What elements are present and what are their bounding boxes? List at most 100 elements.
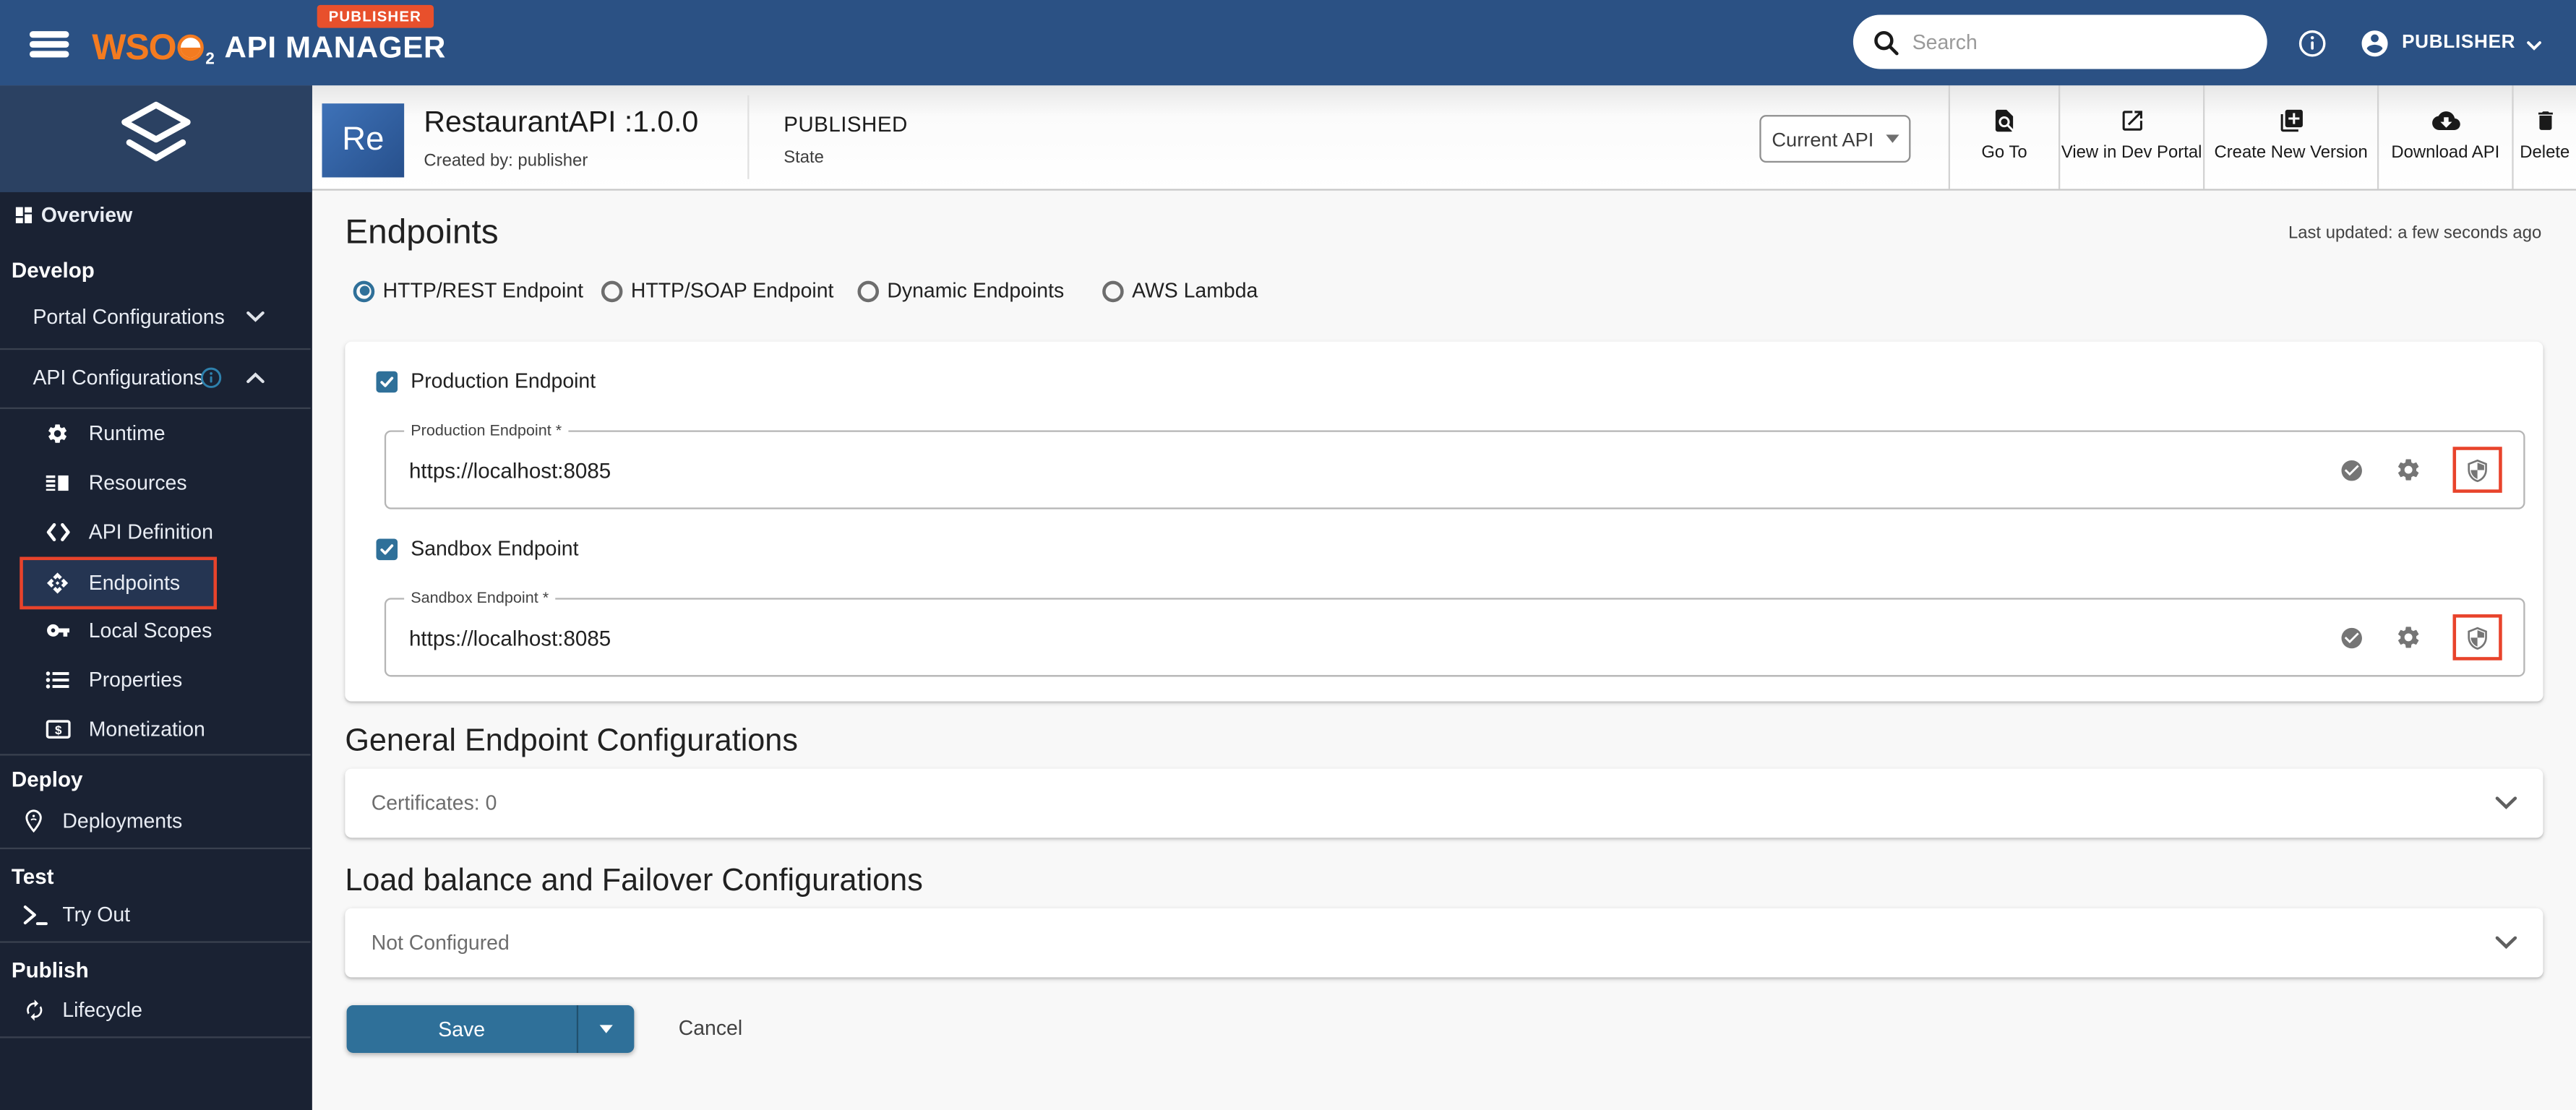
help-info-icon[interactable]: [2298, 30, 2327, 58]
checkbox-checked-icon: [376, 538, 398, 559]
dashboard-icon: [13, 205, 35, 226]
sidebar-item-lifecycle[interactable]: Lifecycle: [0, 989, 311, 1029]
resources-icon: [46, 471, 69, 493]
sidebar-item-monetization[interactable]: $ Monetization: [0, 709, 311, 749]
gear-icon: [46, 422, 69, 445]
sidebar-item-overview[interactable]: Overview: [0, 195, 311, 235]
sidebar-section-deploy: Deploy: [11, 767, 83, 792]
save-split-button: Save: [346, 1005, 635, 1053]
save-options-dropdown-button[interactable]: [578, 1005, 634, 1053]
divider: [0, 846, 311, 848]
app-header: WSO 2 API MANAGER PUBLISHER PUBLISHER: [0, 0, 2576, 86]
copy-add-icon: [2277, 107, 2304, 135]
radio-icon: [353, 280, 375, 302]
create-new-version-button[interactable]: Create New Version: [2203, 85, 2377, 189]
general-endpoint-configurations-heading: General Endpoint Configurations: [345, 724, 798, 760]
endpoint-settings-gear-icon[interactable]: [2395, 624, 2421, 650]
key-icon: [46, 624, 71, 638]
svg-text:$: $: [55, 723, 62, 736]
endpoint-valid-check-icon[interactable]: [2340, 625, 2364, 650]
radio-http-soap-endpoint[interactable]: HTTP/SOAP Endpoint: [601, 279, 833, 302]
location-pin-icon: [23, 808, 45, 832]
sidebar-item-deployments[interactable]: Deployments: [0, 801, 311, 840]
divider: [0, 1036, 311, 1038]
product-name: API MANAGER: [224, 29, 447, 64]
radio-icon: [601, 280, 623, 302]
view-in-dev-portal-button[interactable]: View in Dev Portal: [2058, 85, 2203, 189]
endpoints-card: Production Endpoint Production Endpoint …: [345, 341, 2543, 702]
user-menu[interactable]: PUBLISHER: [2359, 26, 2542, 59]
api-avatar: Re: [322, 103, 405, 178]
cancel-button[interactable]: Cancel: [666, 1005, 756, 1053]
cloud-download-icon: [2431, 107, 2460, 135]
radio-dynamic-endpoints[interactable]: Dynamic Endpoints: [857, 279, 1064, 302]
info-icon[interactable]: [200, 367, 222, 389]
endpoint-valid-check-icon[interactable]: [2340, 457, 2364, 482]
caret-down-icon: [1885, 134, 1899, 143]
caret-down-icon: [599, 1025, 613, 1033]
download-api-button[interactable]: Download API: [2377, 85, 2512, 189]
sidebar-item-api-configurations[interactable]: API Configurations: [0, 358, 311, 398]
security-highlight-annotation: [2452, 447, 2502, 493]
checkbox-checked-icon: [376, 370, 398, 392]
search-input[interactable]: [1912, 30, 2241, 53]
bullet-list-icon: [46, 669, 69, 689]
radio-http-rest-endpoint[interactable]: HTTP/REST Endpoint: [353, 279, 583, 302]
open-in-new-icon: [2118, 107, 2144, 135]
terminal-icon: [23, 904, 48, 926]
api-state-caption: State: [783, 147, 824, 168]
api-title: RestaurantAPI :1.0.0: [424, 105, 699, 138]
user-menu-label: PUBLISHER: [2402, 33, 2516, 53]
chevron-down-icon: [2495, 796, 2517, 809]
radio-aws-lambda[interactable]: AWS Lambda: [1102, 279, 1258, 302]
load-balance-accordion[interactable]: Not Configured: [345, 908, 2543, 978]
code-icon: [46, 522, 71, 541]
version-select-value: Current API: [1772, 127, 1874, 150]
layers-icon: [119, 100, 194, 177]
certificates-summary: Certificates: 0: [371, 791, 497, 815]
radio-icon: [1102, 280, 1124, 302]
divider: [0, 754, 311, 756]
sandbox-endpoint-input[interactable]: [408, 599, 2298, 676]
production-endpoint-input[interactable]: [408, 431, 2298, 508]
sandbox-endpoint-field: Sandbox Endpoint *: [384, 589, 2525, 677]
endpoint-settings-gear-icon[interactable]: [2395, 457, 2421, 483]
hamburger-menu-icon[interactable]: [29, 31, 69, 61]
go-to-button[interactable]: Go To: [1948, 85, 2058, 189]
security-highlight-annotation: [2452, 614, 2502, 661]
divider: [747, 95, 750, 179]
production-endpoint-checkbox[interactable]: Production Endpoint: [376, 369, 596, 392]
sidebar-item-properties[interactable]: Properties: [0, 660, 311, 700]
sidebar-item-api-definition[interactable]: API Definition: [0, 512, 311, 551]
sidebar-item-runtime[interactable]: Runtime: [0, 414, 311, 454]
version-select[interactable]: Current API: [1759, 115, 1911, 163]
avatar: [2359, 27, 2390, 59]
chevron-up-icon: [246, 372, 265, 384]
sidebar-item-resources[interactable]: Resources: [0, 462, 311, 502]
api-actions: Go To View in Dev Portal Create New Vers…: [1948, 85, 2576, 189]
endpoints-icon: [46, 571, 69, 594]
publisher-app: WSO 2 API MANAGER PUBLISHER PUBLISHER R: [0, 0, 2576, 1110]
sidebar-item-try-out[interactable]: Try Out: [0, 895, 311, 935]
sidebar-section-publish: Publish: [11, 958, 89, 983]
sidebar-section-develop: Develop: [11, 257, 95, 283]
endpoint-security-shield-icon[interactable]: [2466, 625, 2489, 650]
sidebar-item-local-scopes[interactable]: Local Scopes: [0, 611, 311, 651]
api-created-by: Created by: publisher: [424, 151, 588, 171]
chevron-down-icon: [2495, 936, 2517, 950]
page-title: Endpoints: [345, 213, 499, 251]
sandbox-endpoint-checkbox[interactable]: Sandbox Endpoint: [376, 537, 578, 560]
delete-button[interactable]: Delete: [2512, 85, 2576, 189]
endpoint-security-shield-icon[interactable]: [2466, 457, 2489, 482]
sidebar-item-portal-configurations[interactable]: Portal Configurations: [0, 297, 311, 337]
search-icon: [1873, 29, 1899, 55]
brand-logo[interactable]: WSO 2 API MANAGER: [92, 26, 446, 69]
divider: [0, 941, 311, 943]
save-button[interactable]: Save: [347, 1005, 577, 1053]
sidebar: Overview Develop Portal Configurations A…: [0, 85, 312, 1110]
trash-icon: [2533, 107, 2557, 135]
api-title-bar: Re RestaurantAPI :1.0.0 Created by: publ…: [312, 85, 2576, 191]
certificates-accordion[interactable]: Certificates: 0: [345, 768, 2543, 838]
search-box[interactable]: [1852, 14, 2267, 69]
sidebar-item-endpoints[interactable]: Endpoints: [0, 562, 311, 602]
